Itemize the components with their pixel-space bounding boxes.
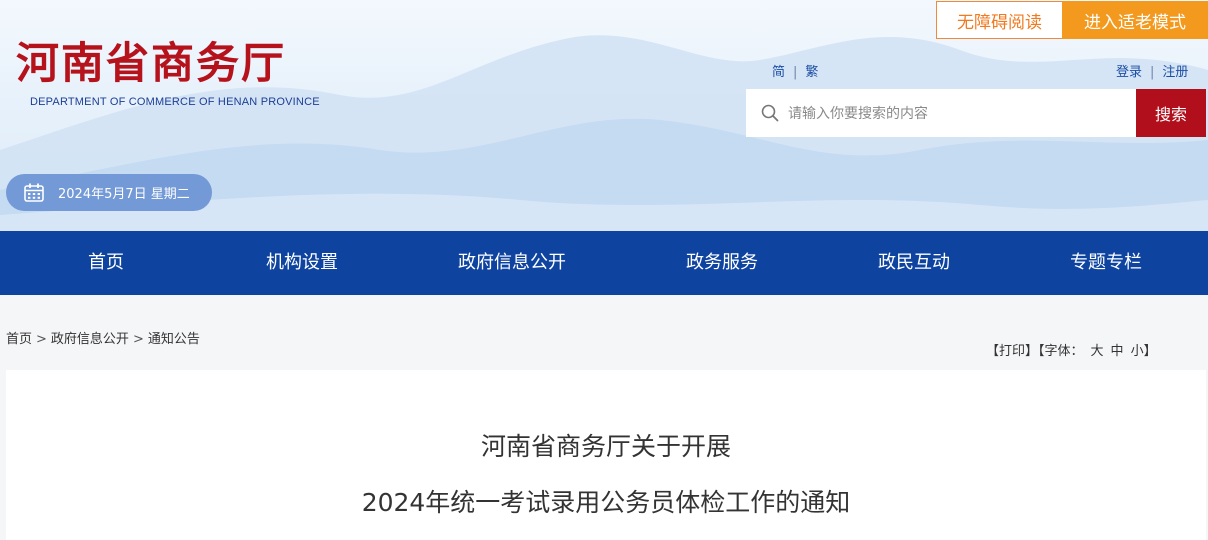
register-link[interactable]: 注册	[1162, 65, 1188, 80]
elder-mode-button[interactable]: 进入适老模式	[1062, 1, 1208, 39]
lang-separator: |	[793, 65, 798, 80]
font-size-suffix: 】	[1143, 344, 1157, 359]
font-size-large[interactable]: 大	[1091, 344, 1104, 359]
header-banner: 河南省商务厅 DEPARTMENT OF COMMERCE OF HENAN P…	[0, 0, 1208, 231]
breadcrumb-home[interactable]: 首页	[6, 332, 32, 347]
nav-item-gov-services[interactable]: 政务服务	[686, 231, 758, 295]
account-links: 登录 | 注册	[1116, 61, 1188, 80]
search-box	[746, 89, 1136, 139]
main-nav: 首页 机构设置 政府信息公开 政务服务 政民互动 专题专栏	[0, 231, 1208, 295]
lang-simplified-link[interactable]: 简	[772, 65, 785, 80]
date-display: 2024年5月7日 星期二	[6, 174, 212, 211]
site-logo-title[interactable]: 河南省商务厅	[16, 34, 286, 94]
site-logo-subtitle: DEPARTMENT OF COMMERCE OF HENAN PROVINCE	[30, 96, 320, 108]
search-input[interactable]	[786, 89, 1130, 139]
nav-item-home[interactable]: 首页	[88, 231, 124, 295]
article-title-line1: 河南省商务厅关于开展	[480, 432, 731, 461]
breadcrumb-separator: >	[132, 332, 144, 347]
accessibility-reading-button[interactable]: 无障碍阅读	[936, 1, 1063, 39]
breadcrumb-notices[interactable]: 通知公告	[148, 332, 200, 347]
print-button[interactable]: 【打印】	[986, 344, 1038, 359]
nav-item-gov-info[interactable]: 政府信息公开	[458, 231, 566, 295]
account-separator: |	[1150, 65, 1155, 80]
font-size-label: 【字体：	[1038, 344, 1084, 359]
nav-item-organization[interactable]: 机构设置	[266, 231, 338, 295]
breadcrumb-separator: >	[36, 332, 47, 347]
article-panel: 河南省商务厅关于开展 2024年统一考试录用公务员体检工作的通知	[6, 370, 1206, 540]
search-button[interactable]: 搜索	[1136, 89, 1206, 137]
date-text: 2024年5月7日 星期二	[58, 187, 190, 202]
article-title-line2: 2024年统一考试录用公务员体检工作的通知	[361, 488, 851, 517]
nav-item-special-topics[interactable]: 专题专栏	[1070, 231, 1142, 295]
font-size-small[interactable]: 小	[1131, 344, 1144, 359]
breadcrumb-gov-info[interactable]: 政府信息公开	[51, 332, 129, 347]
lang-traditional-link[interactable]: 繁	[805, 65, 818, 80]
article-tools: 【打印】【字体： 大中小】	[986, 340, 1157, 359]
language-switcher: 简 | 繁	[772, 61, 818, 80]
breadcrumb: 首页 > 政府信息公开 > 通知公告	[6, 328, 200, 347]
nav-item-interaction[interactable]: 政民互动	[878, 231, 950, 295]
font-size-medium[interactable]: 中	[1111, 344, 1124, 359]
login-link[interactable]: 登录	[1116, 65, 1142, 80]
search-icon	[761, 104, 779, 122]
calendar-icon	[24, 183, 44, 202]
